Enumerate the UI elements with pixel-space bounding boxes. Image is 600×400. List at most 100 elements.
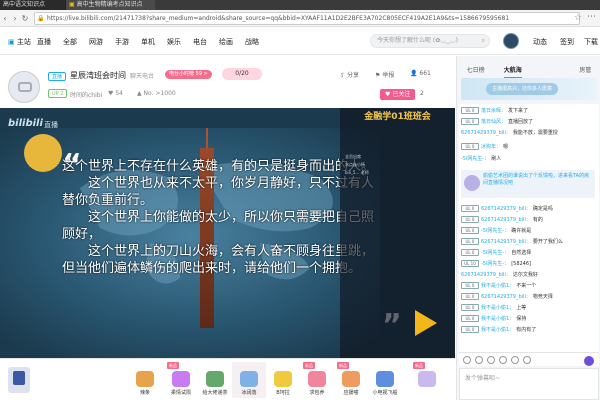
up-level-badge: UP 2 — [48, 89, 68, 98]
tab-seven-day[interactable]: 七日榜 — [467, 64, 485, 78]
reload-icon[interactable]: ↻ — [20, 14, 30, 23]
chat-user[interactable]: 冰狗年： — [481, 144, 501, 150]
nav-drawing[interactable]: 绘画 — [219, 37, 233, 47]
gift-item[interactable]: B坷拉 — [266, 362, 300, 398]
level-badge: UL 10 — [461, 260, 479, 267]
video-player[interactable]: bilibili 直播 “ 这个世界上不存在什么英雄，有的只是挺身而出的人。 这… — [0, 108, 455, 358]
chat-user[interactable]: -5l网先生-： — [461, 156, 489, 162]
level-badge: UL 0 — [461, 326, 479, 333]
follow-button[interactable]: ♥ 已关注 — [380, 89, 416, 100]
tab-guard[interactable]: 大航海 — [503, 64, 522, 78]
style-icon[interactable] — [475, 356, 483, 364]
chat-user[interactable]: -5l网先生-： — [481, 250, 509, 256]
chat-user[interactable]: 我不是小偷1： — [481, 305, 514, 311]
room-avatar[interactable] — [8, 71, 40, 103]
chat-user[interactable]: 626714293​79_bili： — [481, 217, 531, 223]
chat-user[interactable]: 落日余晖： — [481, 108, 506, 114]
tab-title: 高中生物精编考点知识点 — [76, 1, 143, 8]
chat-user[interactable]: 落日仙风： — [481, 119, 506, 125]
chat-text: 确许就是 — [511, 228, 532, 234]
nav-checkin[interactable]: 签到 — [560, 37, 574, 47]
forward-icon[interactable]: › — [10, 14, 20, 23]
level-badge: UL 0 — [461, 205, 479, 212]
chat-user[interactable]: 626714293​79_bili： — [461, 272, 511, 278]
room-header: 直播 星辰湾班会时间 聊天电台 电台小时榜 59 > 0/20 ⇪ 分享 ⚑ 举… — [0, 56, 455, 108]
notice-text: 偷偷艺术团的谁说出了个反馈啦，进来看TA的房间直播情况吧 — [483, 173, 590, 186]
video-quote-text: 这个世界上不存在什么英雄，有的只是挺身而出的人。 这个世界也从来不太平，你岁月静… — [62, 159, 375, 276]
nav-entertainment[interactable]: 娱乐 — [167, 37, 181, 47]
back-icon[interactable]: ‹ — [0, 14, 10, 23]
chat-user[interactable]: 我不是小偷1： — [481, 283, 514, 289]
chat-user[interactable]: -5l网先生-： — [481, 228, 509, 234]
gift-icon — [206, 371, 224, 387]
follow-label: 已关注 — [392, 91, 411, 98]
search-input[interactable]: 今天你想了解什么呢 (✿◡‿◡) ⌕ — [370, 34, 490, 48]
nav-all[interactable]: 全部 — [63, 37, 77, 47]
nav-download[interactable]: 下载 — [584, 37, 598, 47]
nav-mobile-games[interactable]: 手游 — [115, 37, 129, 47]
level-badge: UL 0 — [461, 216, 479, 223]
gift-item[interactable]: 新品 应援喵 — [334, 362, 368, 398]
gift-name: 给大佬递茶 — [202, 390, 228, 396]
chat-user[interactable]: 我不是小偷1： — [481, 316, 514, 322]
goal-progress-pill[interactable]: 0/20 — [222, 68, 262, 80]
danmaku-style-icon[interactable] — [584, 356, 594, 366]
gift-item[interactable]: 给大佬递茶 — [198, 362, 232, 398]
lottery-icon[interactable] — [499, 356, 507, 364]
gift-item[interactable]: 小电视飞船 — [368, 362, 402, 398]
nav-main[interactable]: ▣ 主站 — [8, 37, 31, 47]
play-icon[interactable] — [415, 310, 437, 336]
emoji-icon[interactable] — [463, 356, 471, 364]
browser-tab-2[interactable]: ▣ 高中生物精编考点知识点 — [65, 0, 155, 10]
nav-strategy[interactable]: 战略 — [245, 37, 259, 47]
url-field[interactable]: 🔒 https://live.bilibili.com/21471738?shar… — [34, 11, 580, 25]
gift-item[interactable]: 辣条 — [128, 362, 162, 398]
sun-graphic — [24, 134, 62, 172]
level-badge: UL 0 — [461, 249, 479, 256]
chat-user[interactable]: 626714293​79_bili： — [461, 130, 511, 136]
pk-icon[interactable] — [511, 356, 519, 364]
danmaku-input[interactable]: 发个弹幕呗~ — [459, 368, 599, 400]
nav-single-games[interactable]: 单机 — [141, 37, 155, 47]
nav-online-games[interactable]: 网游 — [89, 37, 103, 47]
room-category[interactable]: 聊天电台 — [130, 71, 154, 80]
report-button[interactable]: ⚑ 举报 — [375, 70, 394, 79]
chat-user[interactable]: 626714293​79_bili： — [481, 294, 531, 300]
chat-user[interactable]: -5l网先生-： — [481, 261, 509, 267]
chat-user[interactable]: 626714293​79_bili： — [481, 206, 531, 212]
browser-tab-1[interactable]: 高中语文知识点 — [0, 0, 65, 10]
banner-pill: 主播很高兴，还你多人愿意 — [486, 83, 559, 95]
chat-banner: 主播很高兴，还你多人愿意 — [461, 78, 597, 100]
fans-value: 54 — [115, 90, 123, 97]
nav-dynamics[interactable]: 动态 — [533, 37, 547, 47]
share-button[interactable]: ⇪ 分享 — [340, 70, 359, 79]
radio-rank-pill[interactable]: 电台小时榜 59 > — [165, 70, 212, 79]
gift-icon[interactable] — [487, 356, 495, 364]
chat-text: [58246] — [511, 261, 531, 267]
gift-name: 小电视飞船 — [372, 390, 398, 396]
gift-item[interactable]: 新品 柔情试陨 — [164, 362, 198, 398]
bookmark-star-icon[interactable]: ☆ — [574, 13, 582, 23]
report-icon: ⚑ — [375, 72, 381, 79]
chat-user[interactable]: 626714293​79_bili： — [481, 239, 531, 245]
nav-live[interactable]: 直播 — [37, 37, 51, 47]
gift-item[interactable]: 新品 求包养 — [300, 362, 334, 398]
chat-message: UL 0 626714293​79_bili： 确定是吗 — [461, 204, 595, 214]
chat-user[interactable]: 我不是小偷1： — [481, 327, 514, 333]
gift-item[interactable]: 新品 — [410, 362, 444, 398]
chat-message: UL 0 -5l网先生-： 自然选择 — [461, 248, 595, 258]
user-avatar[interactable] — [503, 33, 519, 49]
gift-item[interactable]: 冰阔落 — [232, 362, 266, 398]
more-icon[interactable] — [523, 356, 531, 364]
menu-icon[interactable]: ⋯ — [587, 12, 596, 22]
gift-package-icon[interactable] — [8, 367, 30, 393]
tab-admins[interactable]: 房管 — [579, 64, 591, 78]
search-icon[interactable]: ⌕ — [482, 35, 485, 47]
chat-text: 保持 — [516, 316, 527, 322]
system-notice[interactable]: 偷偷艺术团的谁说出了个反馈啦，进来看TA的房间直播情况吧 — [461, 170, 595, 198]
chat-text: 有内有了 — [516, 327, 537, 333]
nav-radio[interactable]: 电台 — [193, 37, 207, 47]
tab-title: 高中语文知识点 — [3, 1, 46, 8]
chat-message: 626714293​79_bili： 达尔文我好 — [461, 270, 595, 280]
host-name[interactable]: 时间的chibi — [70, 90, 102, 99]
